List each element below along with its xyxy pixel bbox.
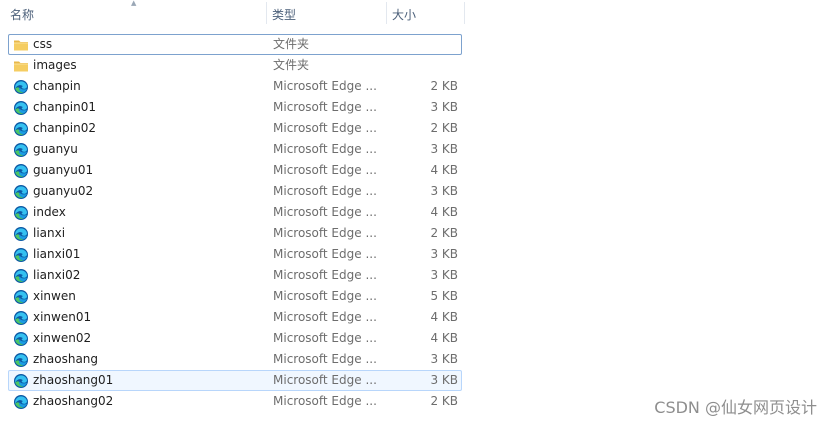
file-name: lianxi01 [33,247,81,261]
file-type: Microsoft Edge ... [273,268,377,282]
file-row-lianxi01[interactable]: lianxi01 Microsoft Edge ... 3 KB [8,244,462,265]
file-type: Microsoft Edge ... [273,142,377,156]
edge-html-icon [13,184,29,200]
watermark: CSDN @仙女网页设计 [654,398,817,417]
edge-html-icon [13,205,29,221]
edge-html-icon [13,247,29,263]
folder-icon [13,58,29,74]
file-name: lianxi02 [33,268,81,282]
edge-html-icon [13,163,29,179]
file-type: Microsoft Edge ... [273,394,377,408]
file-size: 2 KB [430,226,458,240]
file-row-zhaoshang02[interactable]: zhaoshang02 Microsoft Edge ... 2 KB [8,391,462,412]
file-size: 3 KB [430,100,458,114]
file-size: 2 KB [430,394,458,408]
file-type: Microsoft Edge ... [273,331,377,345]
file-row-xinwen02[interactable]: xinwen02 Microsoft Edge ... 4 KB [8,328,462,349]
file-size: 4 KB [430,205,458,219]
file-row-images[interactable]: images 文件夹 [8,55,462,76]
file-name: guanyu01 [33,163,94,177]
edge-html-icon [13,394,29,410]
edge-html-icon [13,331,29,347]
file-name: guanyu [33,142,78,156]
file-size: 4 KB [430,310,458,324]
file-name: css [33,37,53,51]
edge-html-icon [13,226,29,242]
column-divider[interactable] [464,2,465,24]
column-header-bar: 名称 ▲ 类型 大小 [0,0,466,26]
file-type: Microsoft Edge ... [273,205,377,219]
file-row-xinwen01[interactable]: xinwen01 Microsoft Edge ... 4 KB [8,307,462,328]
edge-html-icon [13,142,29,158]
file-name: images [33,58,77,72]
file-name: zhaoshang01 [33,373,114,387]
file-size: 5 KB [430,289,458,303]
file-row-guanyu01[interactable]: guanyu01 Microsoft Edge ... 4 KB [8,160,462,181]
file-type: Microsoft Edge ... [273,289,377,303]
file-size: 3 KB [430,352,458,366]
file-type: Microsoft Edge ... [273,121,377,135]
file-name: chanpin02 [33,121,96,135]
file-size: 3 KB [430,142,458,156]
file-type: Microsoft Edge ... [273,100,377,114]
edge-html-icon [13,352,29,368]
file-row-guanyu[interactable]: guanyu Microsoft Edge ... 3 KB [8,139,462,160]
file-size: 3 KB [430,184,458,198]
file-type: Microsoft Edge ... [273,310,377,324]
edge-html-icon [13,289,29,305]
file-row-index[interactable]: index Microsoft Edge ... 4 KB [8,202,462,223]
file-name: index [33,205,66,219]
file-type: 文件夹 [273,58,310,72]
file-row-css[interactable]: css 文件夹 [8,34,462,55]
file-row-lianxi02[interactable]: lianxi02 Microsoft Edge ... 3 KB [8,265,462,286]
file-row-lianxi[interactable]: lianxi Microsoft Edge ... 2 KB [8,223,462,244]
file-name: xinwen [33,289,76,303]
file-name: zhaoshang02 [33,394,114,408]
file-name: xinwen01 [33,310,92,324]
file-type: Microsoft Edge ... [273,352,377,366]
file-name: lianxi [33,226,66,240]
file-size: 2 KB [430,121,458,135]
edge-html-icon [13,373,29,389]
file-row-zhaoshang[interactable]: zhaoshang Microsoft Edge ... 3 KB [8,349,462,370]
file-row-zhaoshang01[interactable]: zhaoshang01 Microsoft Edge ... 3 KB [8,370,462,391]
file-type: Microsoft Edge ... [273,184,377,198]
file-row-chanpin[interactable]: chanpin Microsoft Edge ... 2 KB [8,76,462,97]
edge-html-icon [13,121,29,137]
file-row-xinwen[interactable]: xinwen Microsoft Edge ... 5 KB [8,286,462,307]
file-type: Microsoft Edge ... [273,373,377,387]
sort-ascending-icon: ▲ [131,0,137,7]
file-size: 3 KB [430,268,458,282]
column-header-size[interactable]: 大小 [386,0,464,26]
file-size: 3 KB [430,247,458,261]
file-name: guanyu02 [33,184,94,198]
edge-html-icon [13,310,29,326]
edge-html-icon [13,79,29,95]
file-name: chanpin [33,79,81,93]
file-row-chanpin01[interactable]: chanpin01 Microsoft Edge ... 3 KB [8,97,462,118]
file-size: 4 KB [430,331,458,345]
folder-icon [13,37,29,53]
file-row-guanyu02[interactable]: guanyu02 Microsoft Edge ... 3 KB [8,181,462,202]
file-name: chanpin01 [33,100,96,114]
file-name: zhaoshang [33,352,99,366]
file-name: xinwen02 [33,331,92,345]
file-size: 2 KB [430,79,458,93]
file-type: Microsoft Edge ... [273,247,377,261]
file-row-chanpin02[interactable]: chanpin02 Microsoft Edge ... 2 KB [8,118,462,139]
file-size: 4 KB [430,163,458,177]
file-type: 文件夹 [273,37,310,51]
edge-html-icon [13,268,29,284]
file-size: 3 KB [430,373,458,387]
file-type: Microsoft Edge ... [273,226,377,240]
file-type: Microsoft Edge ... [273,79,377,93]
file-type: Microsoft Edge ... [273,163,377,177]
edge-html-icon [13,100,29,116]
column-header-type[interactable]: 类型 [266,0,386,26]
